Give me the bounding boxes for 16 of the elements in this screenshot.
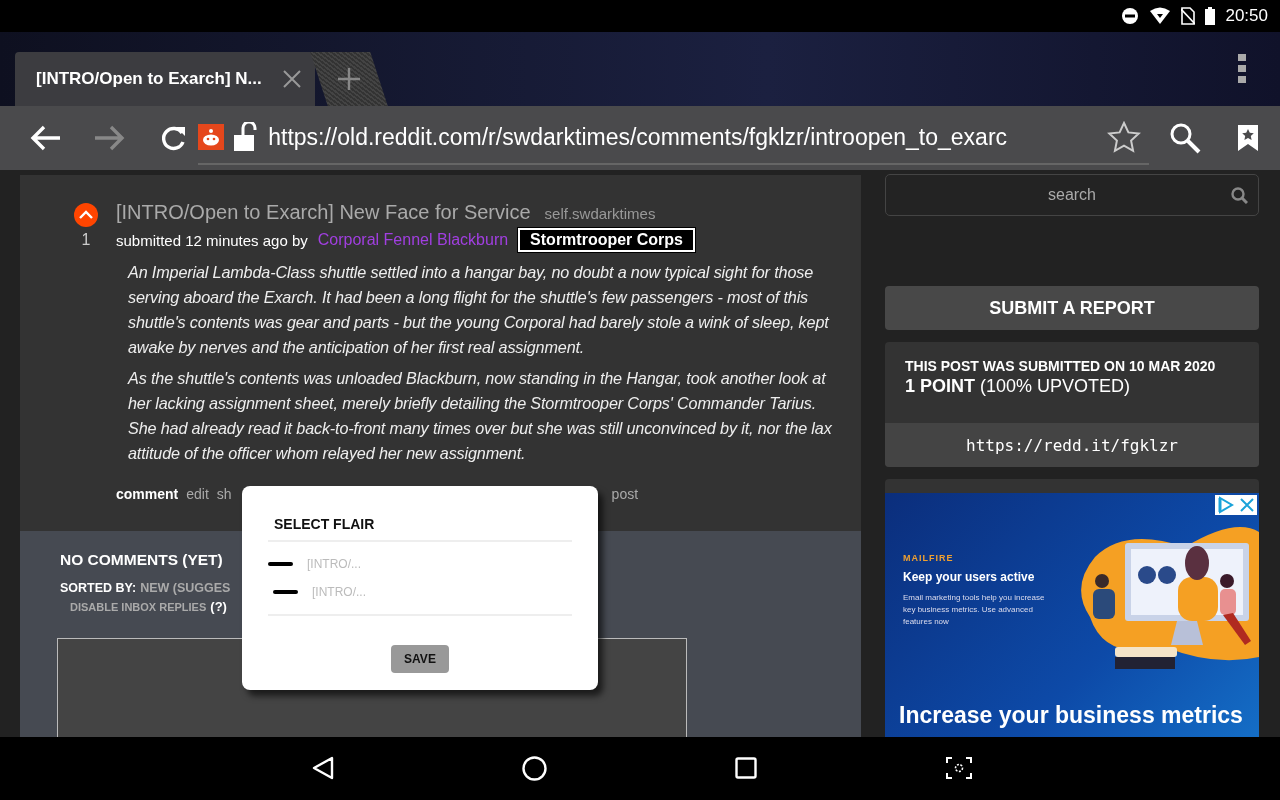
ad-headline: Keep your users active <box>903 570 1035 584</box>
ad-body-text: Email marketing tools help you increase key business metrics. Use advanced features now <box>903 592 1046 628</box>
points-text: 1 POINT (100% UPVOTED) <box>905 376 1132 397</box>
submitted-date-text: THIS POST WAS SUBMITTED ON 10 MAR 2020 <box>905 358 1217 374</box>
dialog-title: SELECT FLAIR <box>268 506 572 542</box>
brand-name: MAILFIRE <box>903 553 954 563</box>
post-paragraph: An Imperial Lambda-Class shuttle settled into a hangar bay, no doubt a now typical sight for those serving aboard the Exarch. It had been a long flight for the shuttle's few passengers - most of this shuttle's contents was gear and parts - but the young Corporal had barely stole a wink of sleep, kept awake by nerves and the anticipation of her first real assignment. <box>128 262 831 358</box>
sort-label: SORTED BY: <box>60 581 137 595</box>
comments-heading: NO COMMENTS (YET) <box>60 551 223 569</box>
ad-banner-text: Increase your business metrics <box>899 702 1243 729</box>
submitted-text: submitted 12 minutes ago by <box>116 231 308 249</box>
url-text: https://old.reddit.com/r/swdarktimes/comments/fgklzr/introopen_to_exarc <box>268 123 1008 151</box>
user-flair: Stormtrooper Corps <box>518 228 695 252</box>
post-paragraph: As the shuttle's contents was unloaded Blackburn, now standing in the Hangar, took another look at her lacking assignment sheet, merely briefly detailing the Stormtrooper Corps' Commander Tarius. She had already read it back-to-front many times over but she was still unconvinced by it, nor the lax attitude of the officer whom relayed her new assignment. <box>128 368 833 464</box>
vote-score: 1 <box>81 231 91 249</box>
clock-time: 20:50 <box>1225 6 1268 26</box>
